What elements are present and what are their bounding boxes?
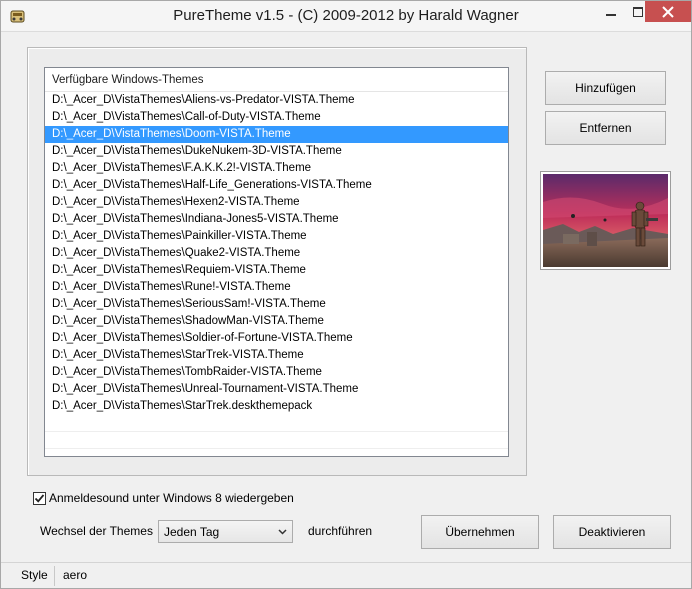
login-sound-label[interactable]: Anmeldesound unter Windows 8 wiedergeben: [49, 491, 294, 505]
theme-list-item[interactable]: D:\_Acer_D\VistaThemes\Painkiller-VISTA.…: [45, 228, 508, 245]
theme-list-item[interactable]: D:\_Acer_D\VistaThemes\TombRaider-VISTA.…: [45, 364, 508, 381]
status-bar: Style aero: [1, 562, 691, 588]
chevron-down-icon: [278, 529, 287, 535]
title-bar[interactable]: PureTheme v1.5 - (C) 2009-2012 by Harald…: [1, 1, 691, 32]
theme-list-item[interactable]: D:\_Acer_D\VistaThemes\Rune!-VISTA.Theme: [45, 279, 508, 296]
add-theme-button[interactable]: Hinzufügen: [545, 71, 666, 105]
apply-button[interactable]: Übernehmen: [421, 515, 539, 549]
login-sound-option[interactable]: Anmeldesound unter Windows 8 wiedergeben: [33, 490, 294, 506]
theme-list-item[interactable]: D:\_Acer_D\VistaThemes\Soldier-of-Fortun…: [45, 330, 508, 347]
change-themes-label: Wechsel der Themes: [40, 524, 153, 538]
theme-list-item[interactable]: D:\_Acer_D\VistaThemes\Quake2-VISTA.Them…: [45, 245, 508, 262]
remove-theme-button[interactable]: Entfernen: [545, 111, 666, 145]
status-style-label: Style: [21, 568, 48, 582]
status-style-value: aero: [63, 568, 88, 582]
themes-list-body: D:\_Acer_D\VistaThemes\Aliens-vs-Predato…: [45, 92, 508, 449]
theme-list-item[interactable]: D:\_Acer_D\VistaThemes\StarTrek.deskthem…: [45, 398, 508, 415]
theme-list-item[interactable]: D:\_Acer_D\VistaThemes\Aliens-vs-Predato…: [45, 92, 508, 109]
change-frequency-dropdown[interactable]: Jeden Tag: [158, 520, 293, 543]
empty-list-row: [45, 432, 508, 449]
theme-list-item[interactable]: D:\_Acer_D\VistaThemes\Unreal-Tournament…: [45, 381, 508, 398]
minimize-icon: [606, 13, 616, 16]
theme-list-item[interactable]: D:\_Acer_D\VistaThemes\Requiem-VISTA.The…: [45, 262, 508, 279]
login-sound-checkbox[interactable]: [33, 491, 46, 505]
change-themes-suffix: durchführen: [308, 524, 373, 538]
theme-list-item[interactable]: D:\_Acer_D\VistaThemes\SeriousSam!-VISTA…: [45, 296, 508, 313]
theme-list-item[interactable]: D:\_Acer_D\VistaThemes\Hexen2-VISTA.Them…: [45, 194, 508, 211]
theme-list-item[interactable]: D:\_Acer_D\VistaThemes\DukeNukem-3D-VIST…: [45, 143, 508, 160]
window-title: PureTheme v1.5 - (C) 2009-2012 by Harald…: [173, 7, 519, 24]
checkmark-icon: [34, 493, 45, 503]
theme-list-item[interactable]: D:\_Acer_D\VistaThemes\Indiana-Jones5-VI…: [45, 211, 508, 228]
close-button[interactable]: [645, 1, 691, 22]
theme-list-item[interactable]: D:\_Acer_D\VistaThemes\Call-of-Duty-VIST…: [45, 109, 508, 126]
theme-list-item[interactable]: D:\_Acer_D\VistaThemes\F.A.K.K.2!-VISTA.…: [45, 160, 508, 177]
themes-list-header[interactable]: Verfügbare Windows-Themes: [45, 68, 508, 92]
status-separator: [54, 566, 55, 586]
minimize-button[interactable]: [598, 1, 624, 22]
theme-list-item[interactable]: D:\_Acer_D\VistaThemes\Doom-VISTA.Theme: [45, 126, 508, 143]
empty-list-row: [45, 415, 508, 432]
theme-list-item[interactable]: D:\_Acer_D\VistaThemes\Half-Life_Generat…: [45, 177, 508, 194]
theme-list-item[interactable]: D:\_Acer_D\VistaThemes\StarTrek-VISTA.Th…: [45, 347, 508, 364]
deactivate-button[interactable]: Deaktivieren: [553, 515, 671, 549]
close-icon: [662, 5, 674, 18]
themes-listview[interactable]: Verfügbare Windows-Themes D:\_Acer_D\Vis…: [44, 67, 509, 457]
app-window: PureTheme v1.5 - (C) 2009-2012 by Harald…: [0, 0, 692, 589]
theme-list-item[interactable]: D:\_Acer_D\VistaThemes\ShadowMan-VISTA.T…: [45, 313, 508, 330]
change-frequency-value: Jeden Tag: [164, 524, 220, 539]
maximize-icon: [633, 6, 643, 17]
theme-preview-image: [540, 171, 671, 270]
